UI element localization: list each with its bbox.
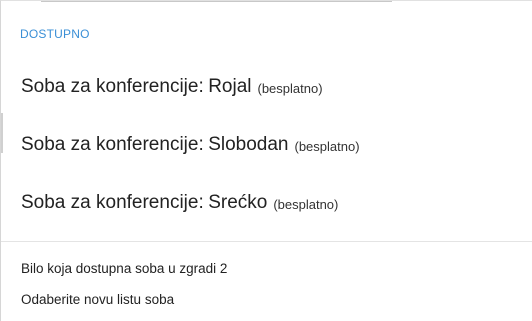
room-price-label: (besplatno): [294, 138, 360, 154]
room-prefix-label: Soba za konferencije:: [21, 134, 204, 155]
room-name-label: Srećko: [208, 192, 268, 213]
room-picker-panel: DOSTUPNO Soba za konferencije: Rojal (bes…: [0, 0, 532, 321]
room-option-rojal[interactable]: Soba za konferencije: Rojal (besplatno): [1, 58, 532, 116]
room-name-label: Rojal: [208, 76, 252, 97]
choose-new-room-list-link[interactable]: Odaberite novu listu soba: [1, 286, 532, 312]
any-available-room-link[interactable]: Bilo koja dostupna soba u zgradi 2: [1, 255, 532, 281]
section-header-available: DOSTUPNO: [20, 27, 90, 41]
room-prefix-label: Soba za konferencije:: [21, 192, 204, 213]
room-price-label: (besplatno): [257, 80, 323, 96]
section-divider: [1, 241, 532, 242]
top-edge-divider: [41, 1, 392, 2]
room-option-slobodan[interactable]: Soba za konferencije: Slobodan (besplatno…: [1, 116, 532, 174]
room-option-srecko[interactable]: Soba za konferencije: Srećko (besplatno): [1, 174, 532, 232]
room-prefix-label: Soba za konferencije:: [21, 76, 204, 97]
room-price-label: (besplatno): [273, 196, 339, 212]
room-name-label: Slobodan: [208, 134, 289, 155]
